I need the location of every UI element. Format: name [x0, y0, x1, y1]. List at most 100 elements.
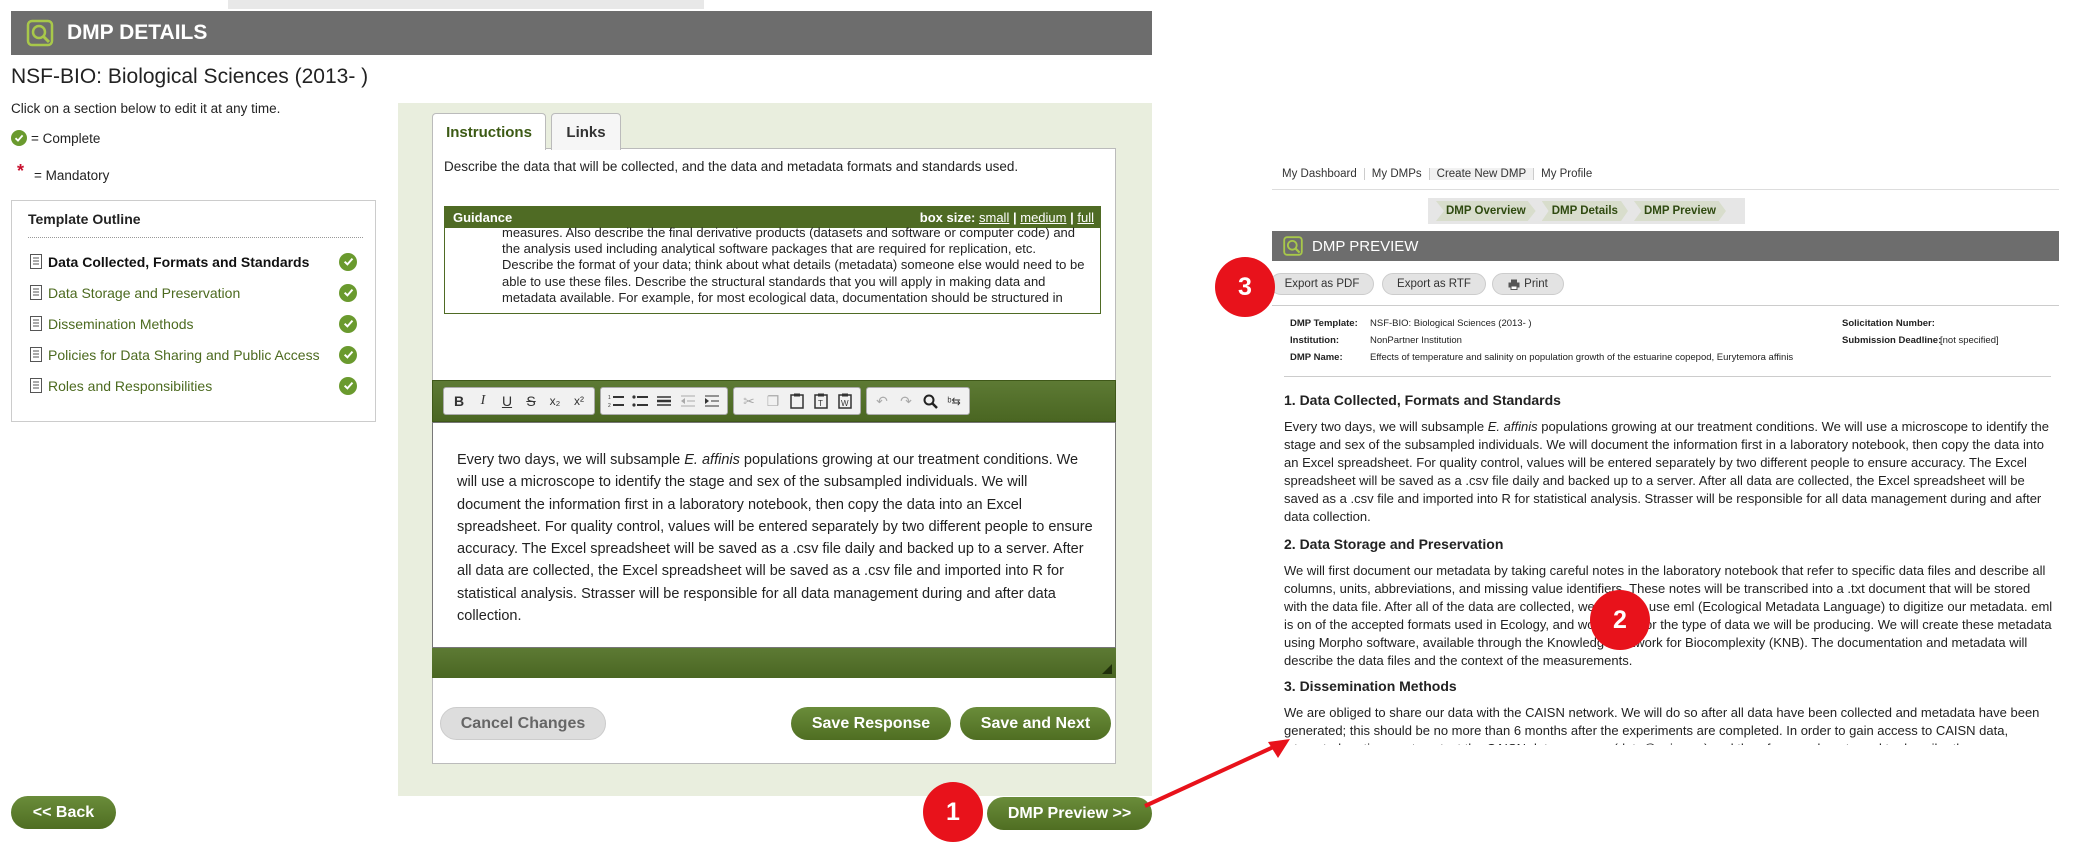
preview-section-title: 1. Data Collected, Formats and Standards: [1284, 392, 1561, 408]
guidance-box: Guidance box size: small | medium | full…: [444, 206, 1101, 314]
box-size-medium-link[interactable]: medium: [1020, 210, 1066, 225]
toolbar-group-edit: ↶ ↷ ᵇ⇆: [866, 387, 970, 415]
callout-1: 1: [923, 782, 983, 842]
print-label: Print: [1524, 278, 1548, 290]
italic-icon[interactable]: I: [471, 389, 495, 413]
guidance-text[interactable]: measures. Also describe the final deriva…: [445, 225, 1100, 310]
document-icon: [30, 285, 42, 300]
paste-icon[interactable]: [785, 389, 809, 413]
check-icon: [339, 283, 357, 302]
top-nav: My Dashboard My DMPs Create New DMP My P…: [1272, 158, 2059, 190]
outline-item-label: Roles and Responsibilities: [48, 377, 213, 394]
outline-item-label: Dissemination Methods: [48, 315, 194, 332]
meta-name-label: DMP Name:: [1290, 352, 1343, 363]
callout-2: 2: [1590, 590, 1650, 650]
editor-statusbar: [432, 648, 1116, 678]
tab-instructions[interactable]: Instructions: [432, 113, 546, 150]
outdent-icon[interactable]: [676, 389, 700, 413]
document-icon: [30, 378, 42, 393]
mandatory-star-icon: *: [17, 161, 25, 181]
export-pdf-button[interactable]: Export as PDF: [1270, 273, 1374, 295]
template-outline-title: Template Outline: [28, 211, 363, 238]
bullet-list-icon[interactable]: [628, 389, 652, 413]
toolbar-group-format: B I U S x₂ x²: [443, 387, 595, 415]
preview-header: DMP PREVIEW: [1272, 231, 2059, 261]
tab-links[interactable]: Links: [551, 113, 621, 150]
toolbar-group-paragraph: 12: [600, 387, 728, 415]
outline-item-dissemination[interactable]: Dissemination Methods: [12, 308, 375, 339]
nav-my-dashboard[interactable]: My Dashboard: [1272, 167, 1365, 180]
separator: |: [1012, 210, 1017, 225]
dmp-preview-button[interactable]: DMP Preview >>: [987, 797, 1152, 830]
check-icon: [339, 376, 357, 395]
back-button[interactable]: << Back: [11, 796, 116, 829]
svg-text:T: T: [818, 399, 823, 408]
underline-icon[interactable]: U: [495, 389, 519, 413]
outline-item-roles[interactable]: Roles and Responsibilities: [12, 370, 375, 401]
check-icon: [11, 130, 27, 146]
meta-template-label: DMP Template:: [1290, 318, 1358, 329]
legend-complete-label: = Complete: [31, 130, 101, 146]
divider: [1284, 376, 2051, 377]
meta-institution-label: Institution:: [1290, 335, 1340, 346]
crumb-dmp-overview[interactable]: DMP Overview: [1436, 201, 1536, 221]
paste-word-icon[interactable]: W: [833, 389, 857, 413]
cancel-changes-button[interactable]: Cancel Changes: [440, 707, 606, 740]
meta-template: NSF-BIO: Biological Sciences (2013- ): [1370, 318, 1532, 329]
paste-text-icon[interactable]: T: [809, 389, 833, 413]
find-icon[interactable]: [918, 389, 942, 413]
numbered-list-icon[interactable]: 12: [604, 389, 628, 413]
redo-icon[interactable]: ↷: [894, 389, 918, 413]
nav-my-profile[interactable]: My Profile: [1534, 168, 1599, 180]
undo-icon[interactable]: ↶: [870, 389, 894, 413]
nav-create-new-dmp[interactable]: Create New DMP: [1429, 167, 1535, 180]
box-size-label: box size:: [919, 210, 976, 225]
legend-complete: = Complete: [11, 130, 100, 146]
horizontal-rule-icon[interactable]: [652, 389, 676, 413]
section-instructions: Describe the data that will be collected…: [444, 159, 1019, 174]
callout-arrow-icon: [1144, 739, 1290, 808]
outline-item-data-storage[interactable]: Data Storage and Preservation: [12, 277, 375, 308]
svg-text:W: W: [841, 399, 849, 408]
page-header-title: DMP DETAILS: [67, 21, 208, 44]
box-size-controls: box size: small | medium | full: [920, 210, 1094, 225]
preview-title: DMP PREVIEW: [1312, 237, 1419, 255]
resize-handle-icon[interactable]: [1102, 664, 1112, 674]
strikethrough-icon[interactable]: S: [519, 389, 543, 413]
copy-icon[interactable]: ❐: [761, 389, 785, 413]
preview-section-title: 3. Dissemination Methods: [1284, 678, 1457, 694]
document-icon: [30, 254, 42, 269]
save-response-button[interactable]: Save Response: [791, 707, 951, 740]
separator: |: [1070, 210, 1074, 225]
outline-item-label: Data Storage and Preservation: [48, 284, 241, 301]
preview-document: DMP Template: NSF-BIO: Biological Scienc…: [1272, 305, 2059, 745]
meta-deadline: [not specified]: [1940, 335, 1999, 346]
bold-icon[interactable]: B: [447, 389, 471, 413]
editor-text: Every two days, we will subsample: [457, 452, 685, 468]
nav-my-dmps[interactable]: My DMPs: [1365, 167, 1430, 180]
box-size-small-link[interactable]: small: [979, 210, 1009, 225]
superscript-icon[interactable]: x²: [567, 389, 591, 413]
crumb-dmp-preview[interactable]: DMP Preview: [1633, 201, 1726, 221]
save-and-next-button[interactable]: Save and Next: [960, 707, 1111, 740]
meta-name: Effects of temperature and salinity on p…: [1370, 352, 1794, 363]
outline-item-policies[interactable]: Policies for Data Sharing and Public Acc…: [12, 339, 375, 370]
export-rtf-button[interactable]: Export as RTF: [1382, 273, 1486, 295]
check-icon: [339, 252, 357, 271]
printer-icon: [1508, 279, 1520, 290]
indent-icon[interactable]: [700, 389, 724, 413]
subscript-icon[interactable]: x₂: [543, 389, 567, 413]
response-editor[interactable]: Every two days, we will subsample E. aff…: [432, 422, 1116, 648]
outline-item-label: Data Collected, Formats and Standards: [48, 253, 310, 270]
preview-section-text: Every two days, we will subsample E. aff…: [1284, 419, 2049, 525]
crumb-dmp-details[interactable]: DMP Details: [1541, 201, 1628, 221]
toolbar-group-clipboard: ✂ ❐ T W: [733, 387, 861, 415]
box-size-full-link[interactable]: full: [1077, 210, 1094, 225]
legend-mandatory-label: = Mandatory: [34, 168, 110, 183]
legend-mandatory: * = Mandatory: [11, 161, 110, 186]
replace-icon[interactable]: ᵇ⇆: [942, 389, 966, 413]
outline-item-data-collected[interactable]: Data Collected, Formats and Standards: [12, 246, 375, 277]
dmp-logo-icon: [26, 19, 54, 47]
print-button[interactable]: Print: [1492, 273, 1564, 295]
cut-icon[interactable]: ✂: [737, 389, 761, 413]
